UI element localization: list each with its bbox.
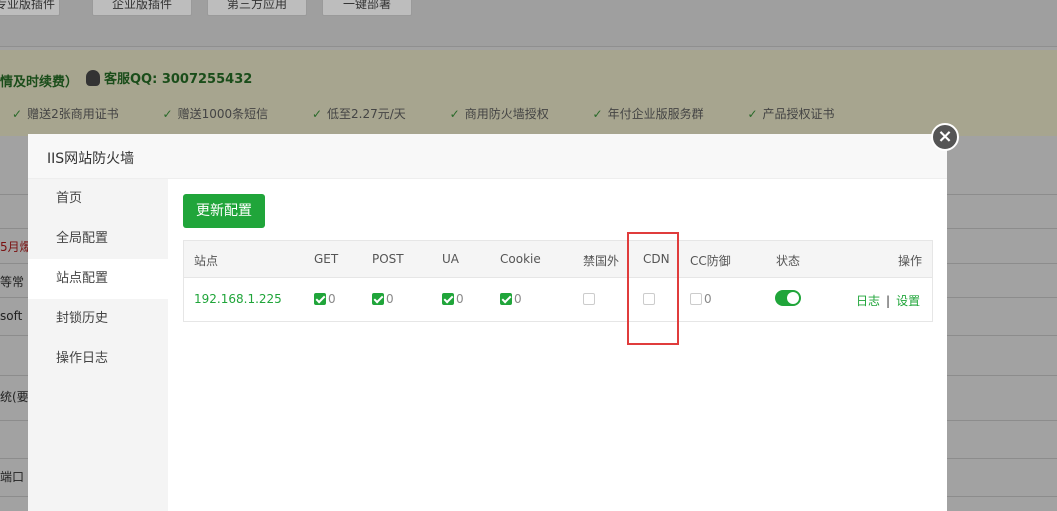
site-table: 站点 GET POST UA Cookie 禁国外 CDN CC防御 状态 操作… <box>183 240 933 322</box>
check-icon: ✓ <box>162 107 173 121</box>
cc-checkbox[interactable] <box>690 293 702 305</box>
perk-item: ✓ 商用防火墙授权 <box>449 107 549 121</box>
get-count: 0 <box>328 292 336 306</box>
cdn-highlight-box <box>627 232 679 345</box>
sidebar-item-global-config[interactable]: 全局配置 <box>28 219 168 259</box>
check-icon: ✓ <box>747 107 758 121</box>
modal-header: IIS网站防火墙 <box>28 134 947 179</box>
bg-tab-enterprise: 企业版插件 <box>92 0 192 16</box>
qq-label: 客服QQ: 3007255432 <box>104 72 253 87</box>
col-actions: 操作 <box>898 254 923 268</box>
bg-left-text: 5月爆 <box>0 240 32 254</box>
perk-item: ✓ 产品授权证书 <box>747 107 835 121</box>
col-site: 站点 <box>194 254 219 268</box>
bg-left-text: 统(要 <box>0 390 29 404</box>
bg-left-text: soft <box>0 309 23 323</box>
settings-link[interactable]: 设置 <box>896 294 920 308</box>
check-icon: ✓ <box>311 107 323 121</box>
modal-sidebar: 首页 全局配置 站点配置 封锁历史 操作日志 <box>28 179 168 511</box>
background-banner: 情及时续费） 客服QQ: 3007255432 ✓ 赠送2张商用证书 ✓ 赠送100… <box>0 50 1057 136</box>
get-checkbox[interactable] <box>314 293 326 305</box>
bg-tab-pro: 专业版插件 <box>0 0 60 16</box>
close-icon[interactable]: × <box>931 123 959 151</box>
bg-left-text: 等常 <box>0 275 25 289</box>
perk-item: ✓ 年付企业版服务群 <box>592 107 704 121</box>
qq-icon <box>86 70 100 86</box>
perk-item: ✓ 赠送2张商用证书 <box>12 107 119 121</box>
cc-cell: 0 <box>690 292 712 306</box>
ua-checkbox[interactable] <box>442 293 454 305</box>
action-separator: | <box>886 294 891 308</box>
check-icon: ✓ <box>449 107 460 121</box>
get-cell: 0 <box>314 292 336 306</box>
perk-item: ✓ 赠送1000条短信 <box>162 107 269 121</box>
cc-count: 0 <box>704 292 712 306</box>
post-count: 0 <box>386 292 394 306</box>
bg-tab-deploy: 一键部署 <box>322 0 412 16</box>
sidebar-item-site-config[interactable]: 站点配置 <box>28 259 168 299</box>
firewall-modal: IIS网站防火墙 首页 全局配置 站点配置 封锁历史 操作日志 更新配置 站点 … <box>28 134 947 511</box>
col-cookie: Cookie <box>500 252 541 266</box>
banner-perks: ✓ 赠送2张商用证书 ✓ 赠送1000条短信 ✓ 低至2.27元/天 ✓ 商用防火墙授权… <box>12 105 875 122</box>
check-icon: ✓ <box>592 107 603 121</box>
table-row: 192.168.1.225 0 0 0 0 0 日志 | 设置 <box>184 278 932 320</box>
table-header: 站点 GET POST UA Cookie 禁国外 CDN CC防御 状态 操作 <box>184 241 932 278</box>
col-post: POST <box>372 252 404 266</box>
update-config-button[interactable]: 更新配置 <box>183 194 265 228</box>
foreign-checkbox[interactable] <box>583 293 595 305</box>
col-cc: CC防御 <box>690 254 731 268</box>
bg-tab-third-party: 第三方应用 <box>207 0 307 16</box>
background-top-bar: 专业版插件 企业版插件 第三方应用 一键部署 <box>0 0 1057 47</box>
col-status: 状态 <box>776 254 801 268</box>
cookie-checkbox[interactable] <box>500 293 512 305</box>
banner-qq: 客服QQ: 3007255432 <box>86 68 252 87</box>
post-checkbox[interactable] <box>372 293 384 305</box>
status-toggle[interactable] <box>775 290 801 306</box>
post-cell: 0 <box>372 292 394 306</box>
banner-renew-text: 情及时续费） <box>0 75 79 90</box>
foreign-cell <box>583 292 595 306</box>
check-icon: ✓ <box>12 107 23 121</box>
sidebar-item-home[interactable]: 首页 <box>28 179 168 219</box>
cookie-cell: 0 <box>500 292 522 306</box>
log-link[interactable]: 日志 <box>856 294 880 308</box>
cookie-count: 0 <box>514 292 522 306</box>
actions-cell: 日志 | 设置 <box>856 292 920 309</box>
col-foreign: 禁国外 <box>583 254 620 268</box>
perk-item: ✓ 低至2.27元/天 <box>311 107 406 121</box>
site-link[interactable]: 192.168.1.225 <box>194 292 282 306</box>
sidebar-item-operation-log[interactable]: 操作日志 <box>28 339 168 379</box>
ua-cell: 0 <box>442 292 464 306</box>
sidebar-item-block-history[interactable]: 封锁历史 <box>28 299 168 339</box>
modal-content: 更新配置 站点 GET POST UA Cookie 禁国外 CDN CC防御 … <box>168 179 947 511</box>
ua-count: 0 <box>456 292 464 306</box>
modal-title: IIS网站防火墙 <box>47 151 135 167</box>
col-ua: UA <box>442 252 459 266</box>
bg-left-text: 端口 <box>0 470 25 484</box>
col-get: GET <box>314 252 339 266</box>
